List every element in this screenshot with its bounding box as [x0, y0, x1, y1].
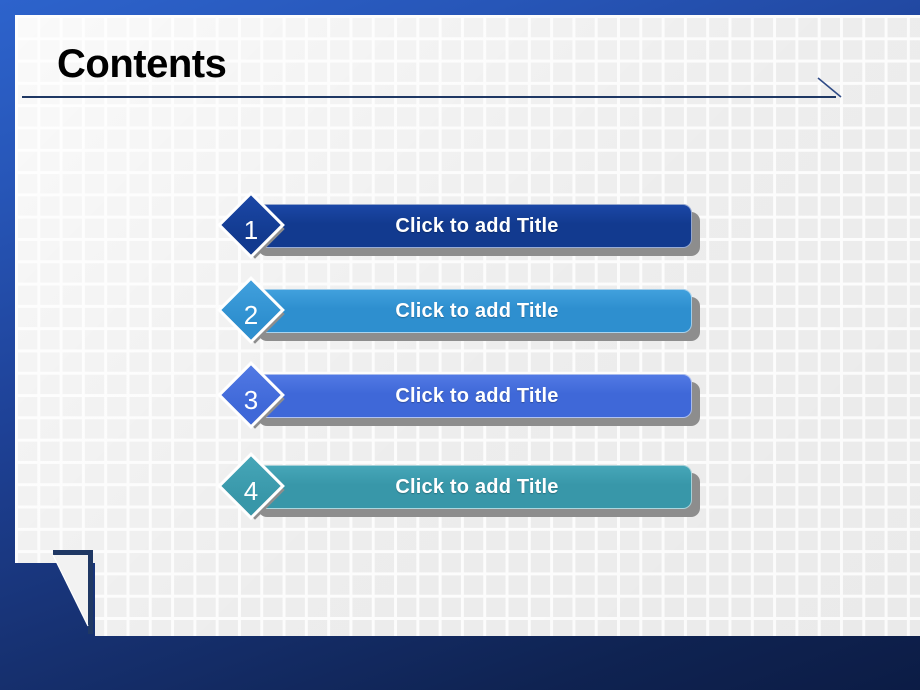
slide-canvas: Contents Click to add Title 1 Click to a…: [0, 0, 920, 690]
title-bar[interactable]: Click to add Title: [250, 204, 692, 248]
contents-row-3[interactable]: Click to add Title 3: [217, 361, 700, 438]
contents-row-2[interactable]: Click to add Title 2: [217, 276, 700, 353]
title-bar[interactable]: Click to add Title: [250, 465, 692, 509]
arrow-tick-icon: [817, 77, 842, 98]
title-underline: [22, 96, 836, 98]
bar-label: Click to add Title: [395, 214, 559, 237]
bar-label: Click to add Title: [395, 475, 559, 498]
title-bar[interactable]: Click to add Title: [250, 374, 692, 418]
page-fold-icon: [52, 550, 93, 634]
footer-bar: http://www.2ppt.cn ppt模板下载 LOGO: [0, 636, 920, 690]
page-title: Contents: [57, 42, 227, 86]
title-bar[interactable]: Click to add Title: [250, 289, 692, 333]
bar-label: Click to add Title: [395, 384, 559, 407]
contents-row-4[interactable]: Click to add Title 4: [217, 452, 700, 529]
contents-row-1[interactable]: Click to add Title 1: [217, 191, 700, 268]
page-fold-decoration: [15, 548, 97, 636]
bar-label: Click to add Title: [395, 299, 559, 322]
